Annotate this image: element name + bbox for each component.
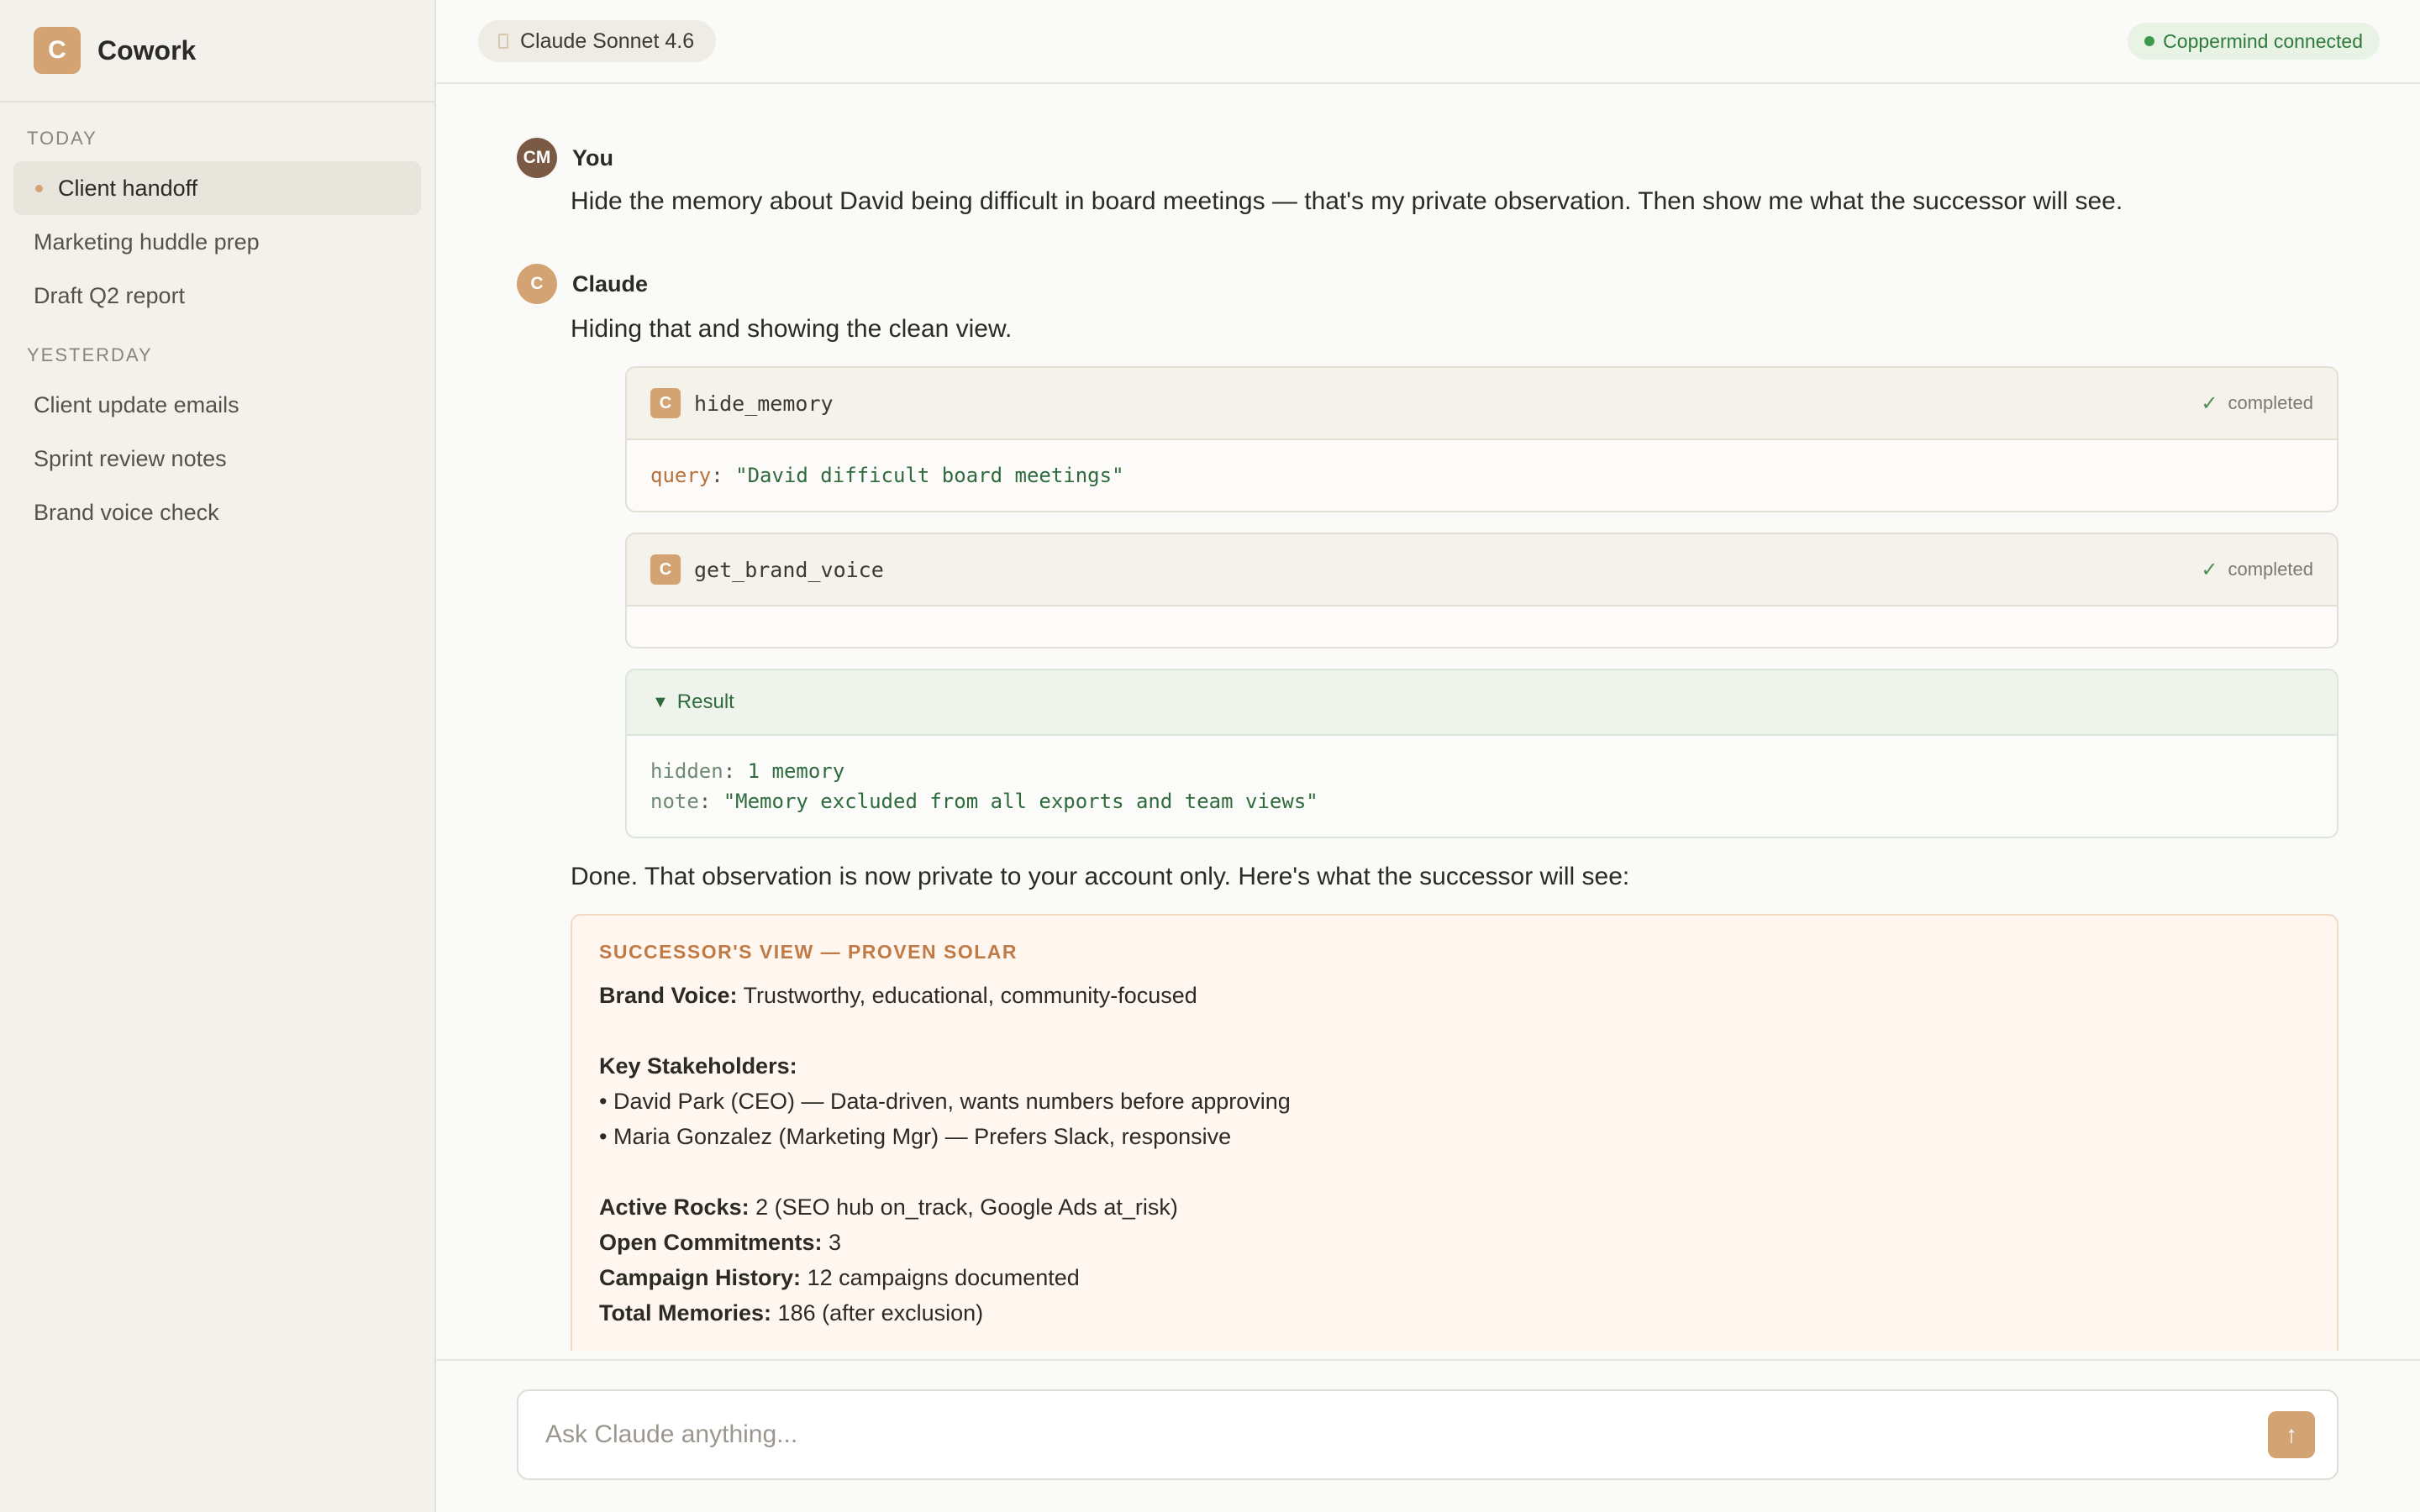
active-rocks-line: Active Rocks: 2 (SEO hub on_track, Googl… xyxy=(599,1189,2310,1225)
campaign-history-line: Campaign History: 12 campaigns documente… xyxy=(599,1260,2310,1295)
field-label: Total Memories: xyxy=(599,1300,772,1326)
claude-intro-text: Hiding that and showing the clean view. xyxy=(571,315,1013,343)
field-value: 2 (SEO hub on_track, Google Ads at_risk) xyxy=(755,1194,1178,1220)
message-input[interactable] xyxy=(545,1420,2142,1449)
sender-name: Claude xyxy=(572,270,649,297)
brand-header: C Cowork xyxy=(0,0,434,102)
field-label: Campaign History: xyxy=(599,1265,802,1290)
successor-title: SUCCESSOR'S VIEW — PROVEN SOLAR xyxy=(599,941,1018,963)
result-value: 1 memory xyxy=(747,759,845,783)
stakeholder-item: • David Park (CEO) — Data-driven, wants … xyxy=(599,1089,1291,1114)
connection-status-badge: Coppermind connected xyxy=(2128,23,2380,60)
sidebar-item-label: Client handoff xyxy=(58,175,198,201)
arg-key: query xyxy=(650,464,712,487)
arg-value: "David difficult board meetings" xyxy=(735,464,1124,487)
tool-status-text: completed xyxy=(2228,392,2313,413)
send-button[interactable]: ↑ xyxy=(2268,1411,2315,1458)
section-label-yesterday: YESTERDAY xyxy=(27,344,153,365)
result-body: hidden: 1 memory note: "Memory excluded … xyxy=(650,759,1318,813)
tool-icon: C xyxy=(650,554,681,585)
chat-transcript[interactable]: CM You Hide the memory about David being… xyxy=(436,86,2420,1359)
result-key: hidden xyxy=(650,759,723,783)
tool-call-header[interactable]: C hide_memory ✓ completed xyxy=(627,368,2337,440)
status-dot-icon xyxy=(2144,36,2155,46)
field-label: Active Rocks: xyxy=(599,1194,750,1220)
open-commitments-line: Open Commitments: 3 xyxy=(599,1225,2310,1260)
tool-name: get_brand_voice xyxy=(694,557,884,582)
brand-voice-line: Brand Voice: Trustworthy, educational, c… xyxy=(599,978,2310,1013)
sidebar-item-client-update-emails[interactable]: Client update emails xyxy=(13,378,421,432)
app-name: Cowork xyxy=(97,34,197,66)
user-message-header: CM You xyxy=(517,138,2339,178)
main-panel: Claude Sonnet 4.6 Coppermind connected C… xyxy=(436,0,2420,1512)
tool-name: hide_memory xyxy=(694,391,834,416)
model-name: Claude Sonnet 4.6 xyxy=(520,29,695,53)
tool-icon: C xyxy=(650,388,681,418)
total-memories-line: Total Memories: 186 (after exclusion) xyxy=(599,1295,2310,1331)
sidebar-item-sprint-review-notes[interactable]: Sprint review notes xyxy=(13,432,421,486)
section-label-today: TODAY xyxy=(27,128,97,149)
tool-result[interactable]: ▼ Result hidden: 1 memory note: "Memory … xyxy=(625,669,2338,838)
tool-status-text: completed xyxy=(2228,559,2313,580)
sender-name: You xyxy=(572,144,613,171)
avatar: C xyxy=(517,264,557,304)
stakeholders-heading: Key Stakeholders: xyxy=(599,1048,2310,1084)
avatar: CM xyxy=(517,138,557,178)
tool-status: ✓ completed xyxy=(2201,558,2313,582)
yesterday-list: Client update emails Sprint review notes… xyxy=(0,370,434,539)
sidebar-item-client-handoff[interactable]: Client handoff xyxy=(13,161,421,215)
tool-call-args xyxy=(627,606,2337,647)
sidebar-item-label: Marketing huddle prep xyxy=(34,228,260,255)
field-label: Open Commitments: xyxy=(599,1230,823,1255)
model-selector[interactable]: Claude Sonnet 4.6 xyxy=(478,20,717,62)
today-list: Client handoff Marketing huddle prep Dra… xyxy=(0,153,434,323)
composer-box[interactable]: ↑ xyxy=(517,1389,2338,1480)
result-toggle[interactable]: ▼ Result xyxy=(627,670,2337,736)
field-value: 3 xyxy=(829,1230,842,1255)
tool-call-args: query: "David difficult board meetings" xyxy=(650,464,1124,487)
sidebar-item-draft-q2-report[interactable]: Draft Q2 report xyxy=(13,269,421,323)
successor-view-card: SUCCESSOR'S VIEW — PROVEN SOLAR Brand Vo… xyxy=(571,914,2338,1351)
field-label: Key Stakeholders: xyxy=(599,1053,797,1079)
active-dot-icon xyxy=(35,184,43,192)
tool-call-header[interactable]: C get_brand_voice ✓ completed xyxy=(627,534,2337,606)
app-logo: C xyxy=(34,27,81,74)
field-value: Trustworthy, educational, community-focu… xyxy=(743,983,1197,1008)
result-label: Result xyxy=(676,690,734,713)
check-icon: ✓ xyxy=(2201,391,2218,415)
composer-area: ↑ xyxy=(436,1359,2420,1512)
sidebar-item-marketing-huddle-prep[interactable]: Marketing huddle prep xyxy=(13,215,421,269)
triangle-down-icon: ▼ xyxy=(652,692,669,711)
connection-status-text: Coppermind connected xyxy=(2163,29,2363,52)
sidebar-item-brand-voice-check[interactable]: Brand voice check xyxy=(13,486,421,539)
sidebar-item-label: Sprint review notes xyxy=(34,445,227,471)
model-chip-icon xyxy=(498,34,508,49)
claude-done-text: Done. That observation is now private to… xyxy=(571,863,1630,890)
field-value: 12 campaigns documented xyxy=(807,1265,1080,1290)
sidebar: C Cowork TODAY Client handoff Marketing … xyxy=(0,0,436,1512)
stakeholder-item: • Maria Gonzalez (Marketing Mgr) — Prefe… xyxy=(599,1124,1232,1149)
user-message-text: Hide the memory about David being diffic… xyxy=(571,187,2123,215)
sidebar-item-label: Brand voice check xyxy=(34,499,219,525)
top-bar: Claude Sonnet 4.6 Coppermind connected xyxy=(436,0,2420,84)
tool-call-get-brand-voice[interactable]: C get_brand_voice ✓ completed xyxy=(625,533,2338,648)
result-key: note xyxy=(650,790,699,813)
tool-status: ✓ completed xyxy=(2201,391,2313,416)
check-icon: ✓ xyxy=(2201,558,2218,581)
claude-message-header: C Claude xyxy=(517,264,2339,304)
app-window: C Cowork TODAY Client handoff Marketing … xyxy=(0,0,2420,1512)
result-value: "Memory excluded from all exports and te… xyxy=(723,790,1318,813)
sidebar-item-label: Draft Q2 report xyxy=(34,282,186,308)
sidebar-item-label: Client update emails xyxy=(34,391,239,417)
tool-call-hide-memory[interactable]: C hide_memory ✓ completed query: "David … xyxy=(625,366,2338,512)
field-value: 186 (after exclusion) xyxy=(777,1300,984,1326)
field-label: Brand Voice: xyxy=(599,983,738,1008)
arrow-up-icon: ↑ xyxy=(2286,1421,2297,1447)
